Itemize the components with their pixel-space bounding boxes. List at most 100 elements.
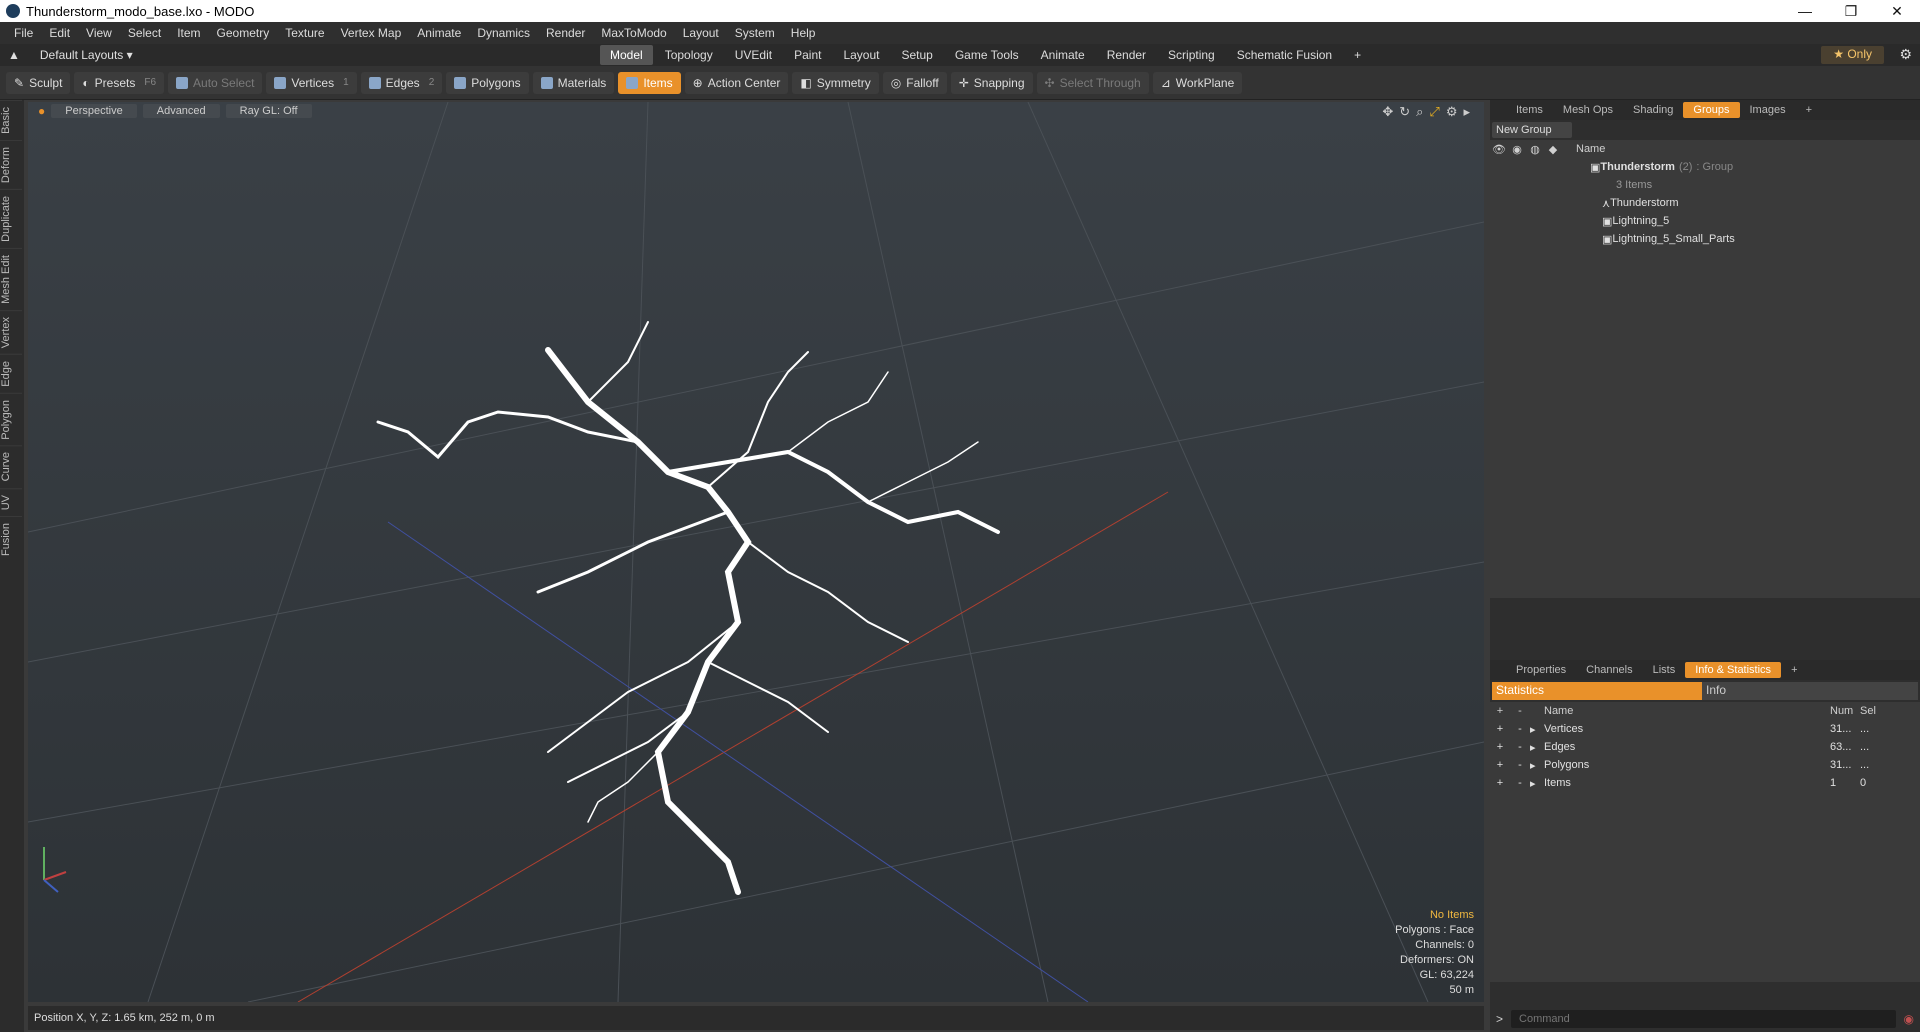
tree-item-lightning-5[interactable]: ▣ Lightning_5	[1490, 212, 1920, 230]
vertices-button[interactable]: Vertices 1	[266, 71, 357, 94]
tab-properties[interactable]: Properties	[1506, 662, 1576, 678]
add-panel-tab[interactable]: +	[1796, 102, 1822, 118]
3d-viewport[interactable]: ● Perspective Advanced Ray GL: Off ✥ ↻ ⌕…	[28, 102, 1484, 1002]
fit-icon[interactable]: ⤢	[1429, 104, 1439, 120]
tab-channels[interactable]: Channels	[1576, 662, 1642, 678]
tab-schematic-fusion[interactable]: Schematic Fusion	[1227, 45, 1342, 65]
maximize-button[interactable]: ❐	[1828, 0, 1874, 22]
sidetab-duplicate[interactable]: Duplicate	[0, 188, 22, 248]
menu-select[interactable]: Select	[120, 26, 169, 40]
record-icon[interactable]: ◉	[1904, 1012, 1914, 1026]
tab-game-tools[interactable]: Game Tools	[945, 45, 1029, 65]
tab-paint[interactable]: Paint	[784, 45, 831, 65]
subtab-statistics[interactable]: Statistics	[1492, 682, 1702, 700]
table-row[interactable]: + - ▸ Vertices 31......	[1490, 720, 1920, 738]
edges-button[interactable]: Edges 2	[360, 71, 443, 94]
menu-item[interactable]: Item	[169, 26, 208, 40]
select-icon[interactable]: ◆	[1544, 143, 1562, 156]
sidetab-edge[interactable]: Edge	[0, 353, 22, 393]
sidetab-curve[interactable]: Curve	[0, 445, 22, 488]
menu-edit[interactable]: Edit	[41, 26, 78, 40]
workplane-button[interactable]: ⊿ WorkPlane	[1152, 71, 1243, 94]
tab-groups[interactable]: Groups	[1683, 102, 1740, 118]
tab-items[interactable]: Items	[1506, 102, 1553, 118]
tree-item-lightning-5-small-parts[interactable]: ▣ Lightning_5_Small_Parts	[1490, 230, 1920, 248]
menu-maxtomodo[interactable]: MaxToModo	[593, 26, 674, 40]
group-row-thunderstorm[interactable]: ▣ Thunderstorm (2) : Group	[1490, 158, 1920, 176]
add-info-tab[interactable]: +	[1781, 662, 1807, 678]
menu-help[interactable]: Help	[783, 26, 824, 40]
lightning-mesh[interactable]	[376, 321, 1000, 895]
advanced-button[interactable]: Advanced	[142, 104, 220, 118]
sidetab-deform[interactable]: Deform	[0, 139, 22, 189]
viewport-gear-icon[interactable]: ⚙	[1446, 104, 1458, 120]
materials-button[interactable]: Materials	[532, 71, 615, 94]
menu-system[interactable]: System	[727, 26, 783, 40]
polygons-button[interactable]: Polygons	[446, 71, 529, 94]
tree-item-thunderstorm[interactable]: ⋏ Thunderstorm	[1490, 194, 1920, 212]
tab-layout[interactable]: Layout	[833, 45, 889, 65]
viewport-menu-icon[interactable]: ●	[38, 104, 45, 118]
tab-animate[interactable]: Animate	[1031, 45, 1095, 65]
table-row[interactable]: + - ▸ Polygons 31......	[1490, 756, 1920, 774]
menu-animate[interactable]: Animate	[409, 26, 469, 40]
table-row[interactable]: + - ▸ Items 1 0	[1490, 774, 1920, 792]
sidetab-uv[interactable]: UV	[0, 487, 22, 517]
subtab-info[interactable]: Info	[1702, 682, 1918, 700]
tab-uvedit[interactable]: UVEdit	[725, 45, 782, 65]
menu-view[interactable]: View	[78, 26, 120, 40]
tab-mesh-ops[interactable]: Mesh Ops	[1553, 102, 1623, 118]
command-input[interactable]	[1511, 1010, 1896, 1028]
tab-info-statistics[interactable]: Info & Statistics	[1685, 662, 1782, 678]
tab-setup[interactable]: Setup	[891, 45, 942, 65]
sidetab-basic[interactable]: Basic	[0, 100, 22, 140]
auto-select-button[interactable]: Auto Select	[168, 71, 263, 94]
table-row[interactable]: + - ▸ Edges 63......	[1490, 738, 1920, 756]
menu-texture[interactable]: Texture	[277, 26, 332, 40]
eye-icon[interactable]: 👁	[1490, 143, 1508, 156]
select-through-button[interactable]: ✣ Select Through	[1036, 71, 1149, 94]
rotate-icon[interactable]: ↻	[1399, 104, 1410, 120]
expand-all-icon[interactable]: +	[1490, 705, 1510, 717]
menu-render[interactable]: Render	[538, 26, 593, 40]
action-center-button[interactable]: ⊕ Action Center	[684, 71, 789, 94]
sculpt-button[interactable]: ✎ Sculpt	[6, 71, 71, 94]
menu-dynamics[interactable]: Dynamics	[469, 26, 538, 40]
only-button[interactable]: ★ Only	[1821, 46, 1884, 64]
menu-layout[interactable]: Layout	[675, 26, 727, 40]
render-icon[interactable]: ◉	[1508, 143, 1526, 156]
lock-icon[interactable]: ◍	[1526, 143, 1544, 156]
close-button[interactable]: ✕	[1874, 0, 1920, 22]
menu-vertex-map[interactable]: Vertex Map	[333, 26, 410, 40]
menu-file[interactable]: File	[6, 26, 41, 40]
falloff-button[interactable]: ◎ Falloff	[882, 71, 947, 94]
add-tab-button[interactable]: +	[1344, 45, 1371, 65]
tab-topology[interactable]: Topology	[655, 45, 723, 65]
pan-icon[interactable]: ✥	[1382, 104, 1393, 120]
perspective-button[interactable]: Perspective	[51, 104, 137, 118]
sidetab-fusion[interactable]: Fusion	[0, 516, 22, 563]
ray-gl-button[interactable]: Ray GL: Off	[225, 104, 312, 118]
sidetab-polygon[interactable]: Polygon	[0, 392, 22, 446]
tab-images[interactable]: Images	[1740, 102, 1796, 118]
tab-shading[interactable]: Shading	[1623, 102, 1683, 118]
tab-render[interactable]: Render	[1097, 45, 1156, 65]
presets-button[interactable]: ◐ Presets F6	[74, 71, 165, 94]
tab-scripting[interactable]: Scripting	[1158, 45, 1225, 65]
menu-geometry[interactable]: Geometry	[209, 26, 278, 40]
expand-arrow-icon[interactable]: ▸	[1463, 104, 1470, 120]
sidetab-mesh-edit[interactable]: Mesh Edit	[0, 247, 22, 310]
gear-icon[interactable]: ⚙	[1899, 46, 1912, 63]
snapping-button[interactable]: ✛ Snapping	[950, 71, 1033, 94]
new-group-button[interactable]: New Group	[1492, 122, 1572, 138]
zoom-icon[interactable]: ⌕	[1416, 104, 1423, 120]
minimize-button[interactable]: —	[1782, 0, 1828, 22]
sidetab-vertex[interactable]: Vertex	[0, 309, 22, 354]
default-layouts-dropdown[interactable]: Default Layouts ▾	[40, 48, 133, 62]
symmetry-button[interactable]: ◧ Symmetry	[792, 71, 879, 94]
collapse-all-icon[interactable]: -	[1510, 705, 1530, 717]
tab-lists[interactable]: Lists	[1643, 662, 1686, 678]
layout-up-icon[interactable]: ▲	[8, 48, 20, 62]
tab-model[interactable]: Model	[600, 45, 653, 65]
items-button[interactable]: Items	[618, 71, 681, 94]
